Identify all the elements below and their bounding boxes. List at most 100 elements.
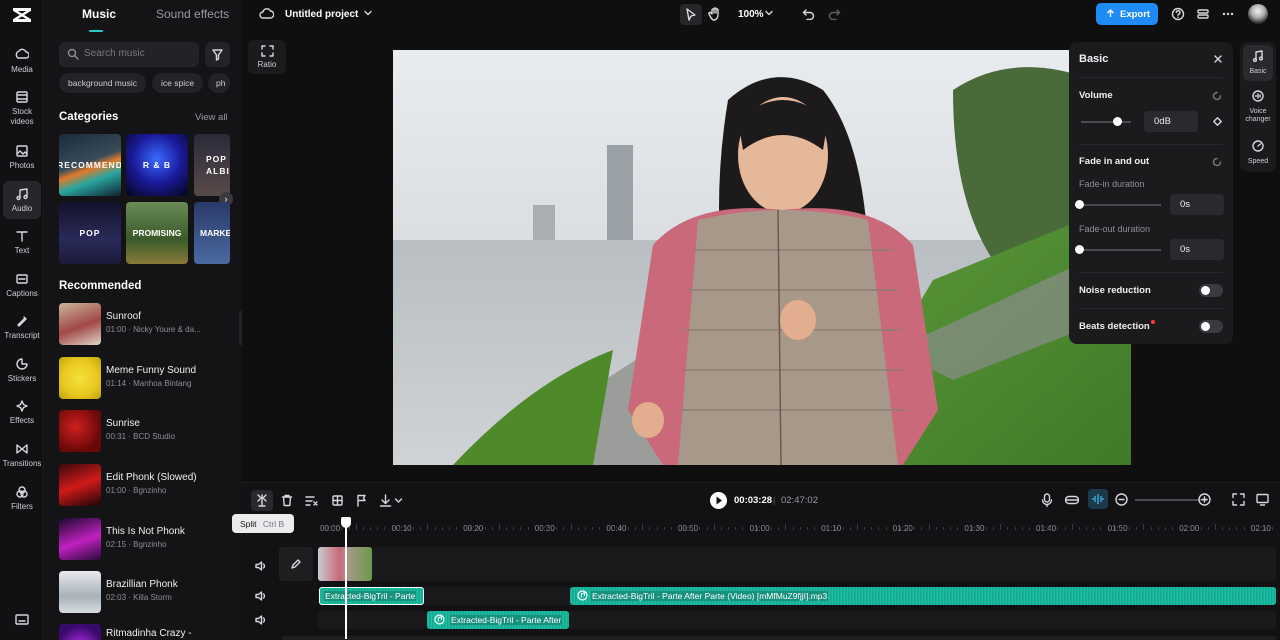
ratio-label: Ratio bbox=[257, 60, 277, 69]
playhead[interactable] bbox=[345, 517, 347, 639]
rail-stickers[interactable]: Stickers bbox=[0, 357, 44, 384]
fade-in-slider[interactable] bbox=[1079, 204, 1161, 206]
fade-out-knob[interactable] bbox=[1075, 245, 1084, 254]
layers-icon[interactable] bbox=[1196, 7, 1210, 24]
volume-value[interactable]: 0dB bbox=[1144, 111, 1198, 132]
tab-speed[interactable]: Speed bbox=[1240, 140, 1276, 166]
tick-mark bbox=[921, 527, 923, 530]
ratio-button[interactable]: Ratio bbox=[248, 40, 286, 74]
rail-captions[interactable]: Captions bbox=[0, 272, 44, 299]
rail-audio[interactable]: Audio bbox=[0, 181, 44, 219]
track-volume-icon[interactable] bbox=[255, 615, 267, 628]
audio-clip[interactable]: Extracted-BigTril - Parte After bbox=[427, 611, 569, 629]
beats-detection-toggle[interactable] bbox=[1199, 320, 1223, 333]
category-market[interactable]: MARKE bbox=[194, 202, 230, 264]
tick-mark bbox=[1143, 524, 1145, 530]
tick-mark bbox=[1136, 527, 1138, 530]
list-item[interactable]: Sunroof 01:00 · Nicky Youre & da... bbox=[59, 303, 239, 345]
tab-basic[interactable]: Basic bbox=[1240, 50, 1276, 76]
audio-clip[interactable]: Extracted-BigTril - Parte After Parte (V… bbox=[570, 587, 1276, 605]
chip-ice-spice[interactable]: ice spice bbox=[152, 73, 204, 93]
transcript-icon bbox=[17, 316, 27, 327]
more-icon[interactable] bbox=[1221, 7, 1235, 24]
tab-music[interactable]: Music bbox=[82, 7, 116, 21]
chip-ph[interactable]: ph bbox=[208, 73, 230, 93]
tick-mark bbox=[527, 527, 529, 530]
list-item[interactable]: Brazillian Phonk 02:03 · Killa Storm bbox=[59, 571, 239, 613]
list-item[interactable]: Sunrise 00:31 · BCD Studio bbox=[59, 410, 239, 452]
chip-background-music[interactable]: background music bbox=[59, 73, 146, 93]
zoom-level[interactable]: 100% bbox=[738, 9, 764, 20]
category-pop-album[interactable]: POP ALBI bbox=[194, 134, 230, 196]
rail-photos[interactable]: Photos bbox=[0, 144, 44, 171]
track-volume-icon[interactable] bbox=[255, 561, 267, 574]
rail-label: Transitions bbox=[2, 459, 42, 468]
filter-button[interactable] bbox=[205, 42, 230, 67]
track-volume-icon[interactable] bbox=[255, 591, 267, 604]
rail-filters[interactable]: Filters bbox=[0, 485, 44, 512]
category-recommend[interactable]: RECOMMEND bbox=[59, 134, 121, 196]
tab-sound-effects[interactable]: Sound effects bbox=[156, 7, 229, 21]
tick-mark bbox=[1014, 527, 1016, 530]
reset-icon[interactable] bbox=[1212, 91, 1222, 104]
search-input[interactable]: Search music bbox=[59, 42, 199, 67]
category-promising[interactable]: PROMISING bbox=[126, 202, 188, 264]
list-item[interactable]: Ritmadinha Crazy - bbox=[59, 624, 239, 640]
new-dot bbox=[1151, 320, 1155, 324]
video-preview[interactable] bbox=[393, 50, 1131, 465]
keyboard-icon[interactable] bbox=[15, 614, 29, 629]
undo-icon[interactable] bbox=[802, 8, 815, 23]
list-item[interactable]: Meme Funny Sound 01:14 · Manhoa Bintang bbox=[59, 357, 239, 399]
track-title: This Is Not Phonk bbox=[106, 526, 185, 537]
view-all-link[interactable]: View all bbox=[195, 112, 228, 123]
list-item[interactable]: Edit Phonk (Slowed) 01:00 · Bgnzinho bbox=[59, 464, 239, 506]
redo-icon[interactable] bbox=[828, 8, 841, 23]
tick-mark bbox=[484, 527, 486, 530]
help-icon[interactable] bbox=[1171, 7, 1185, 24]
tick-label: 02:00 bbox=[1179, 524, 1200, 533]
avatar[interactable] bbox=[1248, 4, 1268, 24]
hand-tool-button[interactable] bbox=[708, 7, 722, 24]
tab-voice-changer[interactable]: Voice changer bbox=[1240, 90, 1276, 124]
chevron-down-icon[interactable] bbox=[363, 8, 373, 21]
rail-stock-videos[interactable]: Stock videos bbox=[0, 90, 44, 127]
rail-effects[interactable]: Effects bbox=[0, 399, 44, 426]
fade-in-value[interactable]: 0s bbox=[1170, 194, 1224, 215]
volume-slider[interactable] bbox=[1081, 121, 1131, 123]
audio-clip-selected[interactable]: Extracted-BigTril - Parte bbox=[319, 587, 424, 605]
playhead-handle[interactable] bbox=[341, 517, 351, 528]
tick-mark bbox=[835, 527, 837, 530]
tick-mark bbox=[814, 527, 816, 530]
tick-mark bbox=[520, 527, 522, 530]
time-ruler[interactable]: 00:00 00:10 00:20 00:30 00:40 00:50 01:00 01:10… bbox=[242, 483, 1280, 543]
reset-icon[interactable] bbox=[1212, 157, 1222, 170]
edit-cover-button[interactable] bbox=[279, 547, 313, 581]
tab-label: Basic bbox=[1249, 68, 1267, 75]
tick-mark bbox=[642, 524, 644, 530]
tick-mark bbox=[434, 527, 436, 530]
list-item[interactable]: This Is Not Phonk 02:15 · Bgnzinho bbox=[59, 518, 239, 560]
select-tool-button[interactable] bbox=[680, 4, 702, 25]
horizontal-scrollbar[interactable] bbox=[282, 636, 1276, 640]
tick-mark bbox=[857, 524, 858, 530]
fade-out-slider[interactable] bbox=[1079, 249, 1161, 251]
tick-label: 00:00 bbox=[320, 524, 341, 533]
rail-text[interactable]: Text bbox=[0, 229, 44, 256]
keyframe-icon[interactable] bbox=[1213, 117, 1222, 129]
rail-media[interactable]: Media bbox=[0, 48, 44, 75]
fade-in-knob[interactable] bbox=[1075, 200, 1084, 209]
rail-transcript[interactable]: Transcript bbox=[0, 314, 44, 341]
audio-icon bbox=[16, 188, 28, 201]
category-rnb[interactable]: R & B bbox=[126, 134, 188, 196]
noise-reduction-toggle[interactable] bbox=[1199, 284, 1223, 297]
category-pop[interactable]: POP bbox=[59, 202, 121, 264]
capcut-logo[interactable] bbox=[12, 6, 32, 27]
chevron-down-icon[interactable] bbox=[764, 8, 774, 21]
volume-knob[interactable] bbox=[1112, 117, 1122, 126]
close-icon[interactable] bbox=[1213, 54, 1223, 67]
track-meta: 01:00 · Nicky Youre & da... bbox=[106, 325, 201, 334]
rail-transitions[interactable]: Transitions bbox=[0, 442, 44, 469]
fade-out-value[interactable]: 0s bbox=[1170, 239, 1224, 260]
project-title[interactable]: Untitled project bbox=[285, 9, 358, 20]
tick-mark bbox=[871, 527, 873, 530]
